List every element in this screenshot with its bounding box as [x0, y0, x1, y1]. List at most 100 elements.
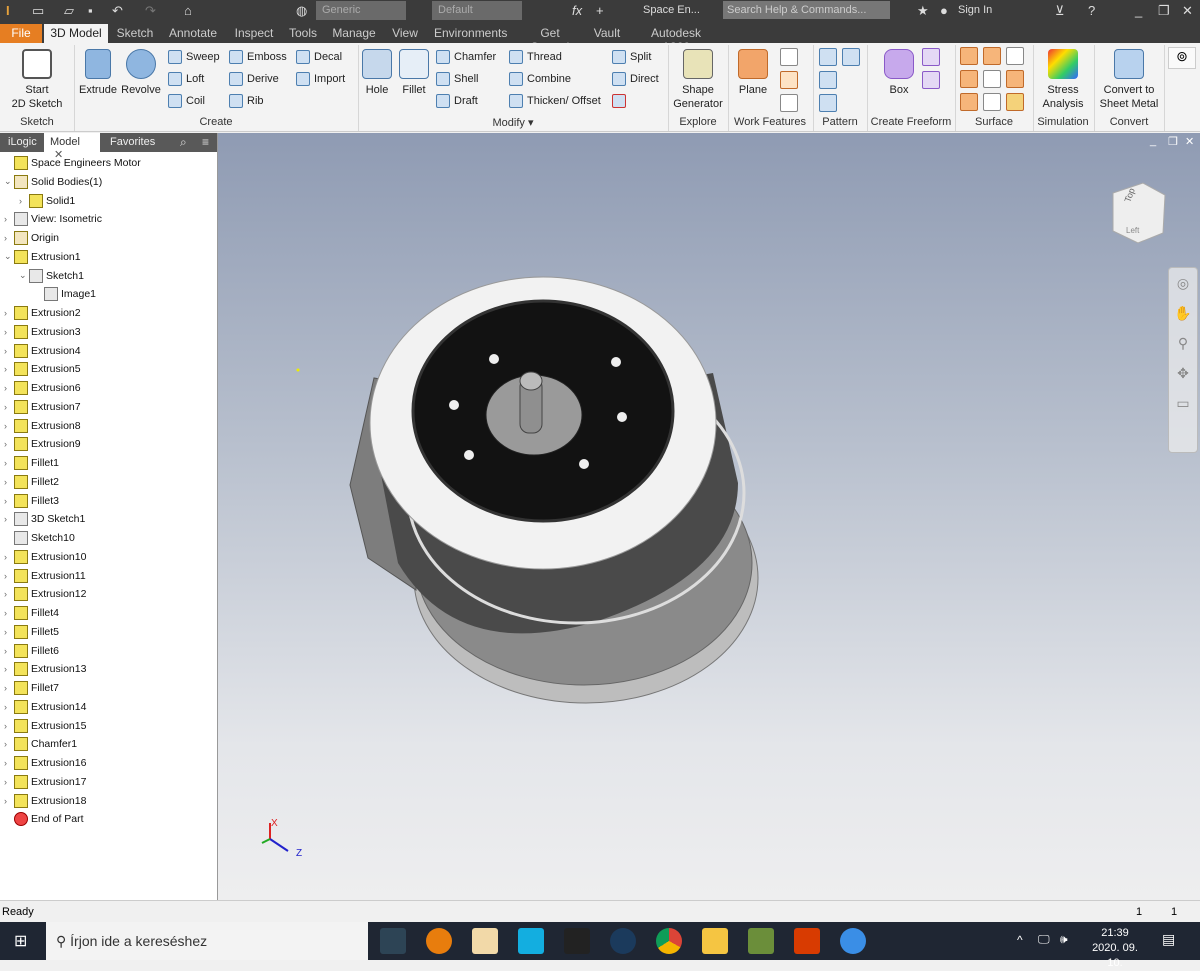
undo-icon[interactable]: ↶	[112, 3, 123, 19]
pan-icon[interactable]: ✋	[1169, 298, 1197, 328]
tree-item[interactable]: ⌄ Sketch1	[19, 267, 84, 285]
tab-favorites[interactable]: Favorites	[104, 133, 161, 152]
chevron-right-icon[interactable]: ›	[19, 196, 29, 206]
open-icon[interactable]: ▱	[64, 3, 74, 19]
steam-icon[interactable]	[610, 928, 636, 954]
notifications-icon[interactable]: ▤	[1162, 931, 1175, 948]
tree-item[interactable]: › Extrusion7	[4, 398, 81, 416]
chevron-right-icon[interactable]: ›	[4, 383, 14, 393]
combine-button[interactable]: Combine	[509, 72, 571, 86]
axis-button[interactable]	[780, 48, 802, 66]
chevron-right-icon[interactable]: ›	[4, 233, 14, 243]
tab-view[interactable]: View	[390, 24, 420, 43]
file-explorer-icon[interactable]	[702, 928, 728, 954]
tree-item[interactable]: › Extrusion17	[4, 773, 86, 791]
chevron-right-icon[interactable]: ›	[4, 552, 14, 562]
tab-vault[interactable]: Vault	[592, 24, 622, 43]
minimize-button[interactable]: _	[1135, 3, 1142, 18]
ucs-button[interactable]	[780, 94, 802, 112]
rib-button[interactable]: Rib	[229, 94, 264, 108]
star-icon[interactable]: ★	[917, 3, 929, 19]
tree-item[interactable]: › Extrusion8	[4, 417, 81, 435]
tree-item[interactable]: › Fillet1	[4, 454, 59, 472]
chevron-down-icon[interactable]: ⌄	[4, 176, 14, 187]
tree-item[interactable]: › Extrusion9	[4, 435, 81, 453]
extrude-button[interactable]: Extrude	[78, 49, 118, 97]
chevron-right-icon[interactable]: ›	[4, 758, 14, 768]
tree-item[interactable]: › Origin	[4, 229, 59, 247]
tree-item[interactable]: › Extrusion6	[4, 379, 81, 397]
tab-annotate[interactable]: Annotate	[166, 24, 220, 43]
draft-button[interactable]: Draft	[436, 94, 478, 108]
panel-modify-label[interactable]: Modify ▾	[358, 116, 668, 129]
tree-item[interactable]: Sketch10	[4, 529, 75, 547]
revolve-button[interactable]: Revolve	[120, 49, 162, 97]
thicken-surface-icon[interactable]	[960, 47, 978, 65]
chevron-right-icon[interactable]: ›	[4, 421, 14, 431]
tab-environments[interactable]: Environments	[434, 24, 507, 43]
look-at-icon[interactable]: ▭	[1169, 388, 1197, 418]
repair-bodies-icon[interactable]	[1006, 93, 1024, 111]
tree-item[interactable]: › Extrusion10	[4, 548, 86, 566]
menu-icon[interactable]: ≡	[202, 135, 209, 149]
tree-item[interactable]: ⌄ Solid Bodies(1)	[4, 173, 102, 191]
chevron-right-icon[interactable]: ›	[4, 589, 14, 599]
tree-item[interactable]: › 3D Sketch1	[4, 510, 85, 528]
chevron-right-icon[interactable]: ›	[4, 402, 14, 412]
replace-face-icon[interactable]	[983, 93, 1001, 111]
tree-item[interactable]: › Extrusion12	[4, 585, 86, 603]
steering-wheel-icon[interactable]: ◎	[1169, 268, 1197, 298]
delete-face-button[interactable]	[612, 94, 630, 108]
chevron-right-icon[interactable]: ›	[4, 496, 14, 506]
chrome-icon[interactable]	[656, 928, 682, 954]
save-icon[interactable]: ▪	[88, 3, 93, 18]
redo-icon[interactable]: ↷	[145, 3, 156, 19]
clock[interactable]: 21:39 2020. 09. 10.	[1085, 926, 1145, 971]
rectangular-pattern-button[interactable]	[819, 48, 841, 66]
chevron-right-icon[interactable]: ›	[4, 739, 14, 749]
tree-item[interactable]: › Fillet2	[4, 473, 59, 491]
shell-button[interactable]: Shell	[436, 72, 478, 86]
chevron-right-icon[interactable]: ›	[4, 646, 14, 656]
tree-item[interactable]: › Fillet5	[4, 623, 59, 641]
split-button[interactable]: Split	[612, 50, 651, 64]
zoom-icon[interactable]: ⚲	[1169, 328, 1197, 358]
tree-item[interactable]: › Fillet4	[4, 604, 59, 622]
tab-3d-model[interactable]: 3D Model	[44, 24, 108, 43]
convert-to-sheet-metal-button[interactable]: Convert to Sheet Metal	[1097, 49, 1161, 111]
tree-item[interactable]: › Extrusion14	[4, 698, 86, 716]
shape-generator-button[interactable]: Shape Generator	[671, 49, 725, 111]
tree-item[interactable]: › Fillet7	[4, 679, 59, 697]
fillet-button[interactable]: Fillet	[397, 49, 431, 97]
face-button[interactable]	[922, 48, 944, 66]
tree-item[interactable]: › Extrusion3	[4, 323, 81, 341]
tab-tools[interactable]: Tools	[286, 24, 320, 43]
taskbar-search-box[interactable]: ⚲ Írjon ide a kereséshez	[46, 922, 368, 960]
help-icon[interactable]: ?	[1088, 3, 1095, 18]
chevron-right-icon[interactable]: ›	[4, 346, 14, 356]
restore-button[interactable]: ❐	[1158, 3, 1170, 19]
sculpt-icon[interactable]	[1006, 47, 1024, 65]
tree-item[interactable]: › Extrusion4	[4, 342, 81, 360]
tab-ilogic[interactable]: iLogic	[2, 133, 43, 152]
graphics-viewport[interactable]: _ ❐ ✕ X Z Top Left ◎ ✋ ⚲ ✥ ▭	[218, 133, 1200, 900]
direct-button[interactable]: Direct	[612, 72, 659, 86]
tab-get-started[interactable]: Get Started	[520, 24, 580, 54]
minecraft-icon[interactable]	[748, 928, 774, 954]
ribbon-options-button[interactable]: ⊚	[1168, 47, 1196, 69]
chevron-right-icon[interactable]: ›	[4, 664, 14, 674]
chevron-right-icon[interactable]: ›	[4, 777, 14, 787]
patch-icon[interactable]	[960, 70, 978, 88]
search-input[interactable]: Search Help & Commands...	[723, 1, 890, 19]
close-button[interactable]: ✕	[1182, 3, 1193, 19]
stitch-icon[interactable]	[983, 47, 1001, 65]
chamfer-button[interactable]: Chamfer	[436, 50, 496, 64]
emboss-button[interactable]: Emboss	[229, 50, 287, 64]
chevron-right-icon[interactable]: ›	[4, 308, 14, 318]
tree-item[interactable]: Image1	[34, 285, 96, 303]
fx-icon[interactable]: fx	[572, 3, 582, 18]
blender-icon[interactable]	[426, 928, 452, 954]
chevron-right-icon[interactable]: ›	[4, 327, 14, 337]
thicken-offset-button[interactable]: Thicken/ Offset	[509, 94, 601, 108]
orbit-icon[interactable]: ✥	[1169, 358, 1197, 388]
